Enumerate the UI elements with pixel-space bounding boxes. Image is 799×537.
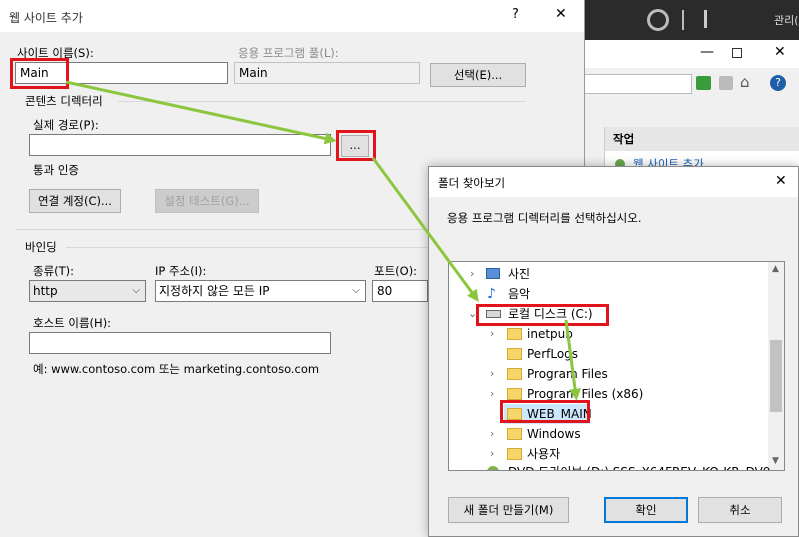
window-controls: — ✕ [584,40,799,68]
stop-icon[interactable] [719,76,733,90]
refresh-icon[interactable] [696,76,711,90]
new-folder-button[interactable]: 새 폴더 만들기(M) [448,497,569,523]
tree-item-label: 음악 [508,287,531,301]
expand-chevron-icon[interactable]: › [490,424,494,444]
home-icon[interactable]: ⌂ [740,73,750,91]
expand-chevron-icon[interactable]: › [490,364,494,384]
app-dark-titlebar: 관리(M) [584,0,799,40]
type-label: 종류(T): [33,264,75,278]
expand-chevron-icon[interactable]: › [470,264,474,284]
ip-select[interactable]: 지정하지 않은 모든 IP ⌵ [155,280,366,302]
tree-item-selected[interactable]: WEB_MAIN [449,404,767,424]
physical-path-label: 실제 경로(P): [33,118,99,132]
close-icon[interactable]: ✕ [774,44,786,60]
type-select-value: http [33,284,58,298]
dvd-icon [487,466,499,470]
expand-chevron-icon[interactable]: › [490,444,494,464]
app-pool-input: Main [234,62,420,84]
folder-icon [507,388,522,400]
music-icon: ♪ [487,286,496,302]
close-icon[interactable]: ✕ [555,6,567,22]
toolbar: ⌂ ? [584,70,799,98]
actions-header: 작업 [605,127,799,151]
cancel-button[interactable]: 취소 [698,497,782,523]
content-dir-label: 콘텐츠 디렉터리 [25,94,103,108]
folder-icon [507,328,522,340]
tree-item[interactable]: › Windows [449,424,767,444]
port-input[interactable]: 80 [372,280,428,302]
folder-tree[interactable]: ▲ ▼ › 사진 ♪ 음악 ⌄ 로컬 디스크 (C:) › inetpub Pe… [448,261,785,471]
expand-chevron-icon[interactable]: › [490,384,494,404]
tree-item-label: Windows [527,427,581,441]
folder-instruction: 응용 프로그램 디렉터리를 선택하십시오. [447,211,642,225]
tree-item-label: 사용자 [527,447,561,461]
chevron-down-icon: ⌵ [352,285,360,296]
example-text: 예: www.contoso.com 또는 marketing.contoso.… [33,362,320,376]
folder-dialog-titlebar: 폴더 찾아보기 ✕ [429,167,798,197]
chevron-down-icon: ⌵ [132,285,140,296]
host-input[interactable] [29,332,331,354]
site-name-highlight [10,58,69,89]
browse-highlight [336,130,376,161]
tree-item[interactable]: ♪ 음악 [449,284,767,304]
tree-item[interactable]: › 사용자 [449,444,767,464]
expand-chevron-icon[interactable]: › [490,324,494,344]
tree-item[interactable]: › Program Files (x86) [449,384,767,404]
web-main-highlight [500,400,590,423]
ip-label: IP 주소(I): [155,264,207,278]
tree-scrollbar[interactable]: ▲ ▼ [768,262,784,470]
flag-icon [704,10,718,28]
scroll-down-icon[interactable]: ▼ [772,456,779,466]
ip-select-value: 지정하지 않은 모든 IP [159,284,270,298]
content-dir-line [118,101,526,102]
folder-icon [507,428,522,440]
tree-item-label: inetpub [527,327,573,341]
folder-icon [507,348,522,360]
tree-item-label: PerfLogs [527,347,579,361]
app-pool-label: 응용 프로그램 풀(L): [238,46,339,60]
tree-item[interactable]: › inetpub [449,324,767,344]
manage-menu-label[interactable]: 관리(M) [774,12,799,28]
help-icon[interactable]: ? [770,75,786,91]
scroll-thumb[interactable] [770,340,782,412]
pass-auth-label: 통과 인증 [33,163,79,177]
local-disk-highlight [476,304,609,326]
tree-item-label: 사진 [508,267,531,281]
select-button[interactable]: 선택(E)... [430,63,526,87]
address-bar[interactable] [584,74,692,94]
binding-line [66,247,430,248]
test-settings-button: 설정 테스트(G)... [155,189,259,213]
physical-path-input[interactable] [29,134,331,156]
folder-icon [507,448,522,460]
host-label: 호스트 이름(H): [33,316,112,330]
folder-icon [507,368,522,380]
tree-item[interactable]: › Program Files [449,364,767,384]
divider [682,10,684,30]
tree-item-label: Program Files [527,367,608,381]
scroll-up-icon[interactable]: ▲ [772,264,779,274]
help-icon[interactable]: ? [512,7,519,22]
expand-chevron-icon[interactable]: › [470,462,474,470]
connect-as-button[interactable]: 연결 계정(C)... [29,189,121,213]
content-box-bottom [15,229,430,230]
dialog-title: 웹 사이트 추가 [9,11,83,25]
pictures-icon [486,268,500,279]
app-logo-icon [647,9,669,31]
tree-item-label: DVD 드라이브 (D:) SSS_X64FREV_KO-KR_DV9 [508,462,771,470]
ok-button[interactable]: 확인 [604,497,688,523]
type-select[interactable]: http ⌵ [29,280,146,302]
tree-item[interactable]: › 사진 [449,264,767,284]
tree-item[interactable]: PerfLogs [449,344,767,364]
dialog-titlebar: 웹 사이트 추가 ? ✕ [0,0,584,32]
folder-dialog: 폴더 찾아보기 ✕ 응용 프로그램 디렉터리를 선택하십시오. ▲ ▼ › 사진… [428,166,799,537]
tree-item[interactable]: › DVD 드라이브 (D:) SSS_X64FREV_KO-KR_DV9 [449,462,771,470]
minimize-icon[interactable]: — [700,44,714,60]
port-label: 포트(O): [374,264,418,278]
binding-label: 바인딩 [25,240,57,254]
close-icon[interactable]: ✕ [775,173,787,189]
maximize-icon[interactable] [732,48,742,58]
folder-dialog-title: 폴더 찾아보기 [438,176,506,190]
